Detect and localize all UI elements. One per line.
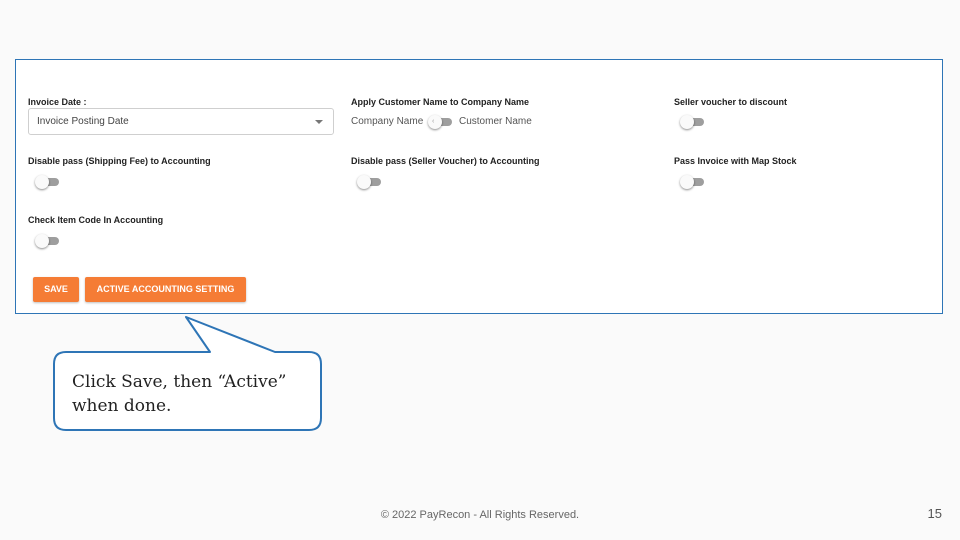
callout-bubble [53,316,322,431]
callout-text: Click Save, then “Active” when done. [72,372,287,416]
page-number: 15 [927,506,942,521]
footer-copyright: © 2022 PayRecon - All Rights Reserved. [380,509,580,521]
